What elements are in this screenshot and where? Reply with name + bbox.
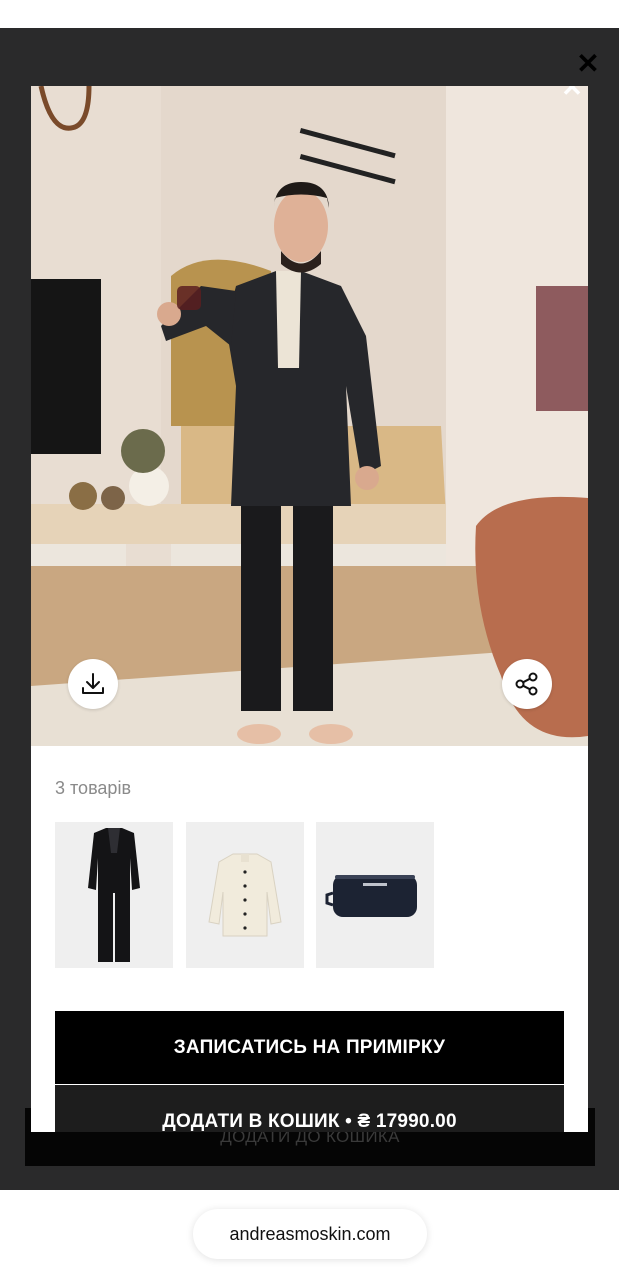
share-icon bbox=[515, 672, 538, 696]
add-to-cart-button[interactable]: ДОДАТИ В КОШИК • ₴ 17990.00 bbox=[55, 1085, 564, 1132]
close-icon[interactable]: ✕ bbox=[574, 50, 602, 78]
suit-icon bbox=[88, 827, 140, 962]
download-icon bbox=[82, 673, 104, 694]
look-photo: ✕ bbox=[31, 86, 588, 746]
close-photo-icon[interactable]: ✕ bbox=[557, 86, 587, 102]
share-button[interactable] bbox=[502, 659, 552, 709]
room-photo-illustration bbox=[31, 86, 588, 746]
shirt-icon bbox=[208, 853, 282, 937]
look-modal: ✕ 3 товарів ЗАПИСАТИСЬ НА ПРИМІРКУ ДОДАТ… bbox=[31, 86, 588, 1132]
product-thumb-bag[interactable] bbox=[316, 822, 434, 968]
toiletry-bag-icon bbox=[325, 875, 417, 917]
items-count: 3 товарів bbox=[55, 778, 132, 798]
product-thumb-suit[interactable] bbox=[55, 822, 173, 968]
address-bar[interactable]: andreasmoskin.com bbox=[193, 1209, 427, 1259]
download-button[interactable] bbox=[68, 659, 118, 709]
top-status-area bbox=[0, 0, 619, 28]
book-fitting-button[interactable]: ЗАПИСАТИСЬ НА ПРИМІРКУ bbox=[55, 1011, 564, 1084]
product-thumb-shirt[interactable] bbox=[186, 822, 304, 968]
